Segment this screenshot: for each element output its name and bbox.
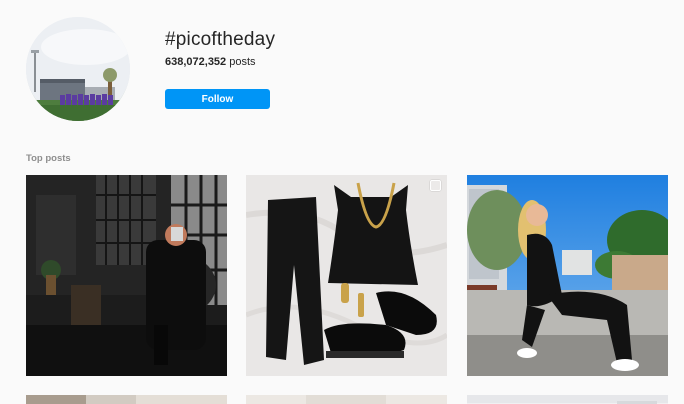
post-tile-4[interactable] xyxy=(26,395,227,404)
post-tile-5[interactable] xyxy=(246,395,447,404)
hashtag-title: #picoftheday xyxy=(165,29,276,50)
post-image-rooftop-pose xyxy=(467,175,668,376)
post-image-partial-6 xyxy=(467,395,668,404)
multiple-photos-icon xyxy=(430,180,441,191)
hashtag-avatar xyxy=(26,17,130,121)
post-tile-3[interactable] xyxy=(467,175,668,376)
post-image-partial-4 xyxy=(26,395,227,404)
post-tile-1[interactable] xyxy=(26,175,227,376)
follow-button[interactable]: Follow xyxy=(165,89,270,109)
top-posts-heading: Top posts xyxy=(26,153,71,164)
post-count-number: 638,072,352 xyxy=(165,56,227,68)
hashtag-page: #picoftheday 638,072,352 posts Follow To… xyxy=(0,0,684,404)
avatar-image xyxy=(26,17,130,121)
post-count: 638,072,352 posts xyxy=(165,56,256,68)
post-tile-2[interactable] xyxy=(246,175,447,376)
post-count-suffix: posts xyxy=(226,56,256,68)
post-image-outfit-flatlay xyxy=(246,175,447,376)
post-tile-6[interactable] xyxy=(467,395,668,404)
post-image-partial-5 xyxy=(246,395,447,404)
post-image-dark-interior xyxy=(26,175,227,376)
